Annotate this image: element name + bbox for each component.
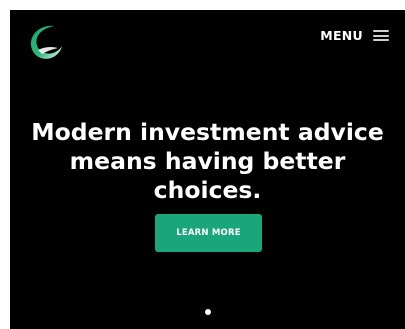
carousel-dot-active[interactable] <box>204 309 211 315</box>
hero-headline: Modern investment advice means having be… <box>31 118 384 204</box>
menu-label: MENU <box>320 28 363 43</box>
learn-more-button[interactable]: LEARN MORE <box>155 214 262 252</box>
menu-button[interactable]: MENU <box>320 28 389 43</box>
crescent-swoosh-logo-icon[interactable] <box>24 20 68 64</box>
carousel-pagination <box>10 309 405 315</box>
hamburger-menu-icon <box>373 30 389 41</box>
hero-section: MENU Modern investment advice means havi… <box>10 10 405 329</box>
